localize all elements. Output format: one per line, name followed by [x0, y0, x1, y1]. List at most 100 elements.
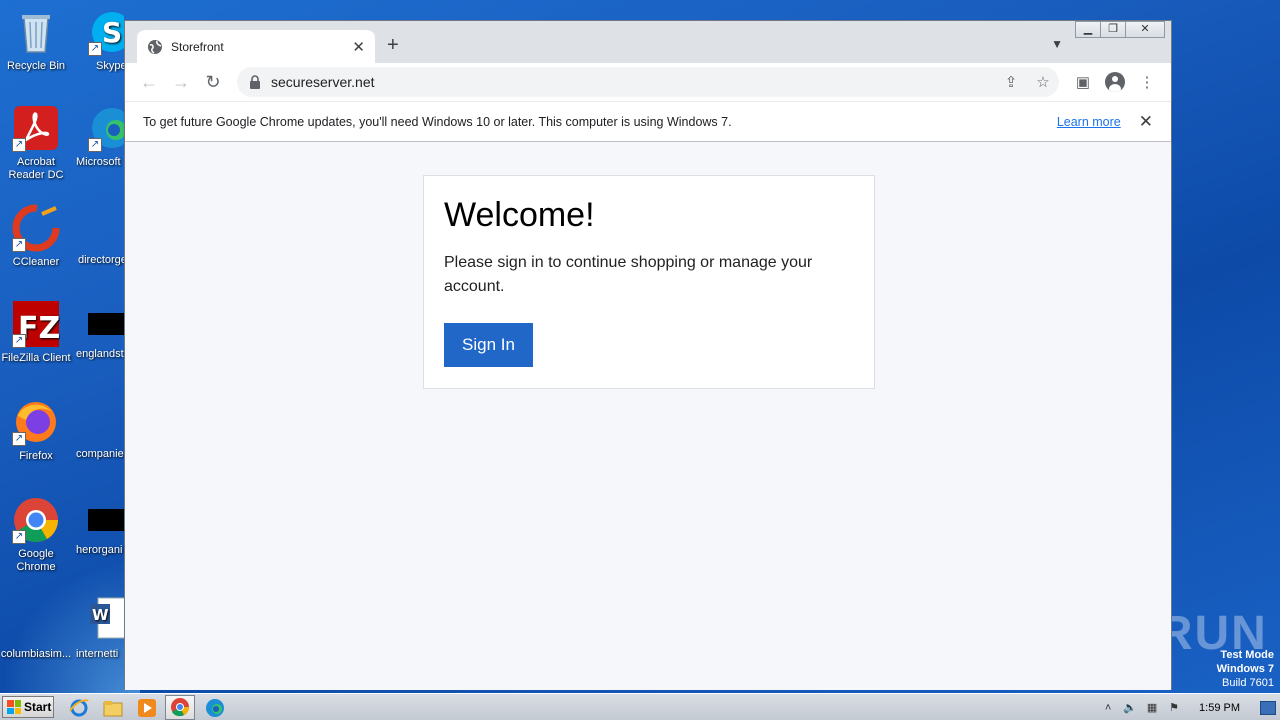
bookmark-star-icon[interactable]: ☆: [1027, 73, 1059, 91]
desktop-icon-label: Recycle Bin: [6, 60, 66, 72]
menu-dots-icon[interactable]: ⋮: [1131, 73, 1163, 91]
start-label: Start: [24, 700, 52, 714]
desktop-icon-acrobat[interactable]: ↗ Acrobat Reader DC: [0, 104, 74, 182]
desktop-icon-label: directorge: [78, 254, 124, 266]
tray-expand-icon[interactable]: ˄: [1097, 702, 1119, 714]
url-text: secureserver.net: [271, 74, 375, 90]
blank-file-icon: [12, 598, 60, 644]
edge-taskbar-icon[interactable]: [204, 697, 226, 719]
shortcut-arrow-icon: ↗: [12, 432, 26, 446]
desktop-icon-columbiasim[interactable]: columbiasim...: [0, 598, 74, 661]
taskbar: Start ˄ 🔈 ▦ ⚑ 1:59 PM: [0, 693, 1280, 720]
browser-toolbar: ← → ↻ secureserver.net ⇪ ☆ ▣ ⋮: [125, 63, 1171, 101]
filezilla-icon: FZ ↗: [12, 300, 60, 348]
desktop-icon-englandst[interactable]: englandst: [72, 300, 124, 361]
desktop-icon-recycle-bin[interactable]: Recycle Bin: [0, 8, 74, 73]
firefox-icon: ↗: [12, 398, 60, 446]
shortcut-arrow-icon: ↗: [12, 530, 26, 544]
desktop-icon-ccleaner[interactable]: ↗ CCleaner: [0, 204, 74, 269]
desktop-icon-skype[interactable]: S ↗ Skype: [72, 8, 124, 73]
desktop-icon-label: Google Chrome: [16, 548, 56, 573]
test-mode-line3: Build 7601: [1222, 677, 1274, 689]
desktop-icon-firefox[interactable]: ↗ Firefox: [0, 398, 74, 463]
desktop-icon-label: CCleaner: [12, 256, 60, 268]
ccleaner-icon: ↗: [12, 204, 60, 252]
profile-avatar-icon[interactable]: [1105, 72, 1125, 92]
desktop-icon-label: Microsoft: [76, 156, 121, 168]
ie-icon[interactable]: [68, 697, 90, 719]
infobar-close-icon[interactable]: ✕: [1139, 112, 1153, 132]
desktop-icon-label: Acrobat Reader DC: [8, 156, 64, 181]
desktop-icon-filezilla[interactable]: FZ ↗ FileZilla Client: [0, 300, 74, 365]
desktop-icon-directorge[interactable]: directorge: [72, 204, 124, 267]
shortcut-arrow-icon: ↗: [12, 334, 26, 348]
browser-window: ▁ ❐ ✕ Storefront ✕ + ▼ ← → ↻ secureserve…: [124, 20, 1172, 690]
shortcut-arrow-icon: ↗: [88, 42, 102, 56]
blank-file-icon: [74, 398, 122, 444]
desktop-icon-herorgani[interactable]: herorgani: [72, 496, 124, 557]
desktop-icon-chrome[interactable]: ↗ Google Chrome: [0, 496, 74, 574]
edge-icon: ↗: [88, 104, 124, 152]
address-bar[interactable]: secureserver.net ⇪ ☆: [237, 67, 1059, 97]
test-mode-notice: Test Mode Windows 7 Build 7601: [1217, 648, 1274, 690]
tab-close-icon[interactable]: ✕: [352, 38, 365, 56]
desktop-icon-companies[interactable]: companies: [72, 398, 124, 461]
desktop-icon-label: herorgani: [76, 544, 123, 556]
infobar-message: To get future Google Chrome updates, you…: [143, 114, 732, 129]
recycle-bin-icon: [12, 8, 60, 56]
back-button[interactable]: ←: [133, 72, 165, 93]
desktop-icon-label: englandst: [76, 348, 124, 360]
chrome-icon: ↗: [12, 496, 60, 544]
black-file-icon: [88, 509, 124, 531]
shortcut-arrow-icon: ↗: [88, 138, 102, 152]
tab-title: Storefront: [171, 39, 224, 54]
learn-more-link[interactable]: Learn more: [1057, 115, 1121, 129]
test-mode-line1: Test Mode: [1220, 649, 1274, 661]
clock[interactable]: 1:59 PM: [1199, 702, 1240, 714]
desktop-icon-edge[interactable]: ↗ Microsoft: [72, 104, 124, 169]
page-title: Welcome!: [444, 196, 595, 234]
show-desktop-icon[interactable]: [1260, 700, 1276, 715]
forward-button[interactable]: →: [165, 72, 197, 93]
svg-text:W: W: [92, 606, 109, 624]
side-panel-icon[interactable]: ▣: [1067, 73, 1099, 91]
word-doc-icon: W: [88, 596, 124, 644]
tab-strip: Storefront ✕ + ▼: [125, 21, 1171, 63]
volume-icon[interactable]: 🔈: [1119, 701, 1141, 714]
action-center-flag-icon[interactable]: ⚑: [1163, 701, 1185, 714]
system-tray: ˄ 🔈 ▦ ⚑ 1:59 PM: [1097, 694, 1280, 720]
black-file-icon: [88, 313, 124, 335]
media-player-icon[interactable]: [136, 697, 158, 719]
explorer-icon[interactable]: [102, 697, 124, 719]
start-button[interactable]: Start: [2, 696, 54, 718]
page-content: Welcome! Please sign in to continue shop…: [125, 142, 1171, 690]
share-icon[interactable]: ⇪: [995, 73, 1027, 91]
shortcut-arrow-icon: ↗: [12, 238, 26, 252]
tab-storefront[interactable]: Storefront ✕: [137, 30, 375, 63]
blank-file-icon: [74, 204, 122, 250]
tab-search-chevron-icon[interactable]: ▼: [1051, 37, 1063, 51]
globe-icon: [147, 39, 163, 55]
desktop-icon-internetti[interactable]: W internetti: [72, 596, 124, 661]
update-infobar: To get future Google Chrome updates, you…: [125, 101, 1171, 141]
reload-button[interactable]: ↻: [197, 72, 229, 93]
desktop-icon-label: columbiasim...: [0, 648, 72, 660]
welcome-card: Welcome! Please sign in to continue shop…: [423, 175, 875, 389]
shortcut-arrow-icon: ↗: [12, 138, 26, 152]
new-tab-button[interactable]: +: [387, 34, 399, 57]
acrobat-icon: ↗: [12, 104, 60, 152]
desktop-icon-label: Firefox: [19, 450, 53, 462]
desktop-icon-label: internetti: [76, 648, 119, 660]
welcome-text: Please sign in to continue shopping or m…: [444, 254, 813, 295]
sign-in-button[interactable]: Sign In: [444, 323, 533, 367]
lock-icon: [249, 75, 261, 89]
chrome-taskbar-icon[interactable]: [165, 695, 195, 720]
desktop-icon-label: companies: [76, 448, 124, 460]
desktop-icon-label: FileZilla Client: [1, 352, 71, 364]
test-mode-line2: Windows 7: [1216, 663, 1274, 675]
desktop-icon-label: Skype: [96, 60, 124, 72]
windows-flag-icon: [7, 700, 21, 714]
svg-text:S: S: [102, 16, 122, 49]
network-icon[interactable]: ▦: [1141, 701, 1163, 714]
skype-icon: S ↗: [88, 8, 124, 56]
